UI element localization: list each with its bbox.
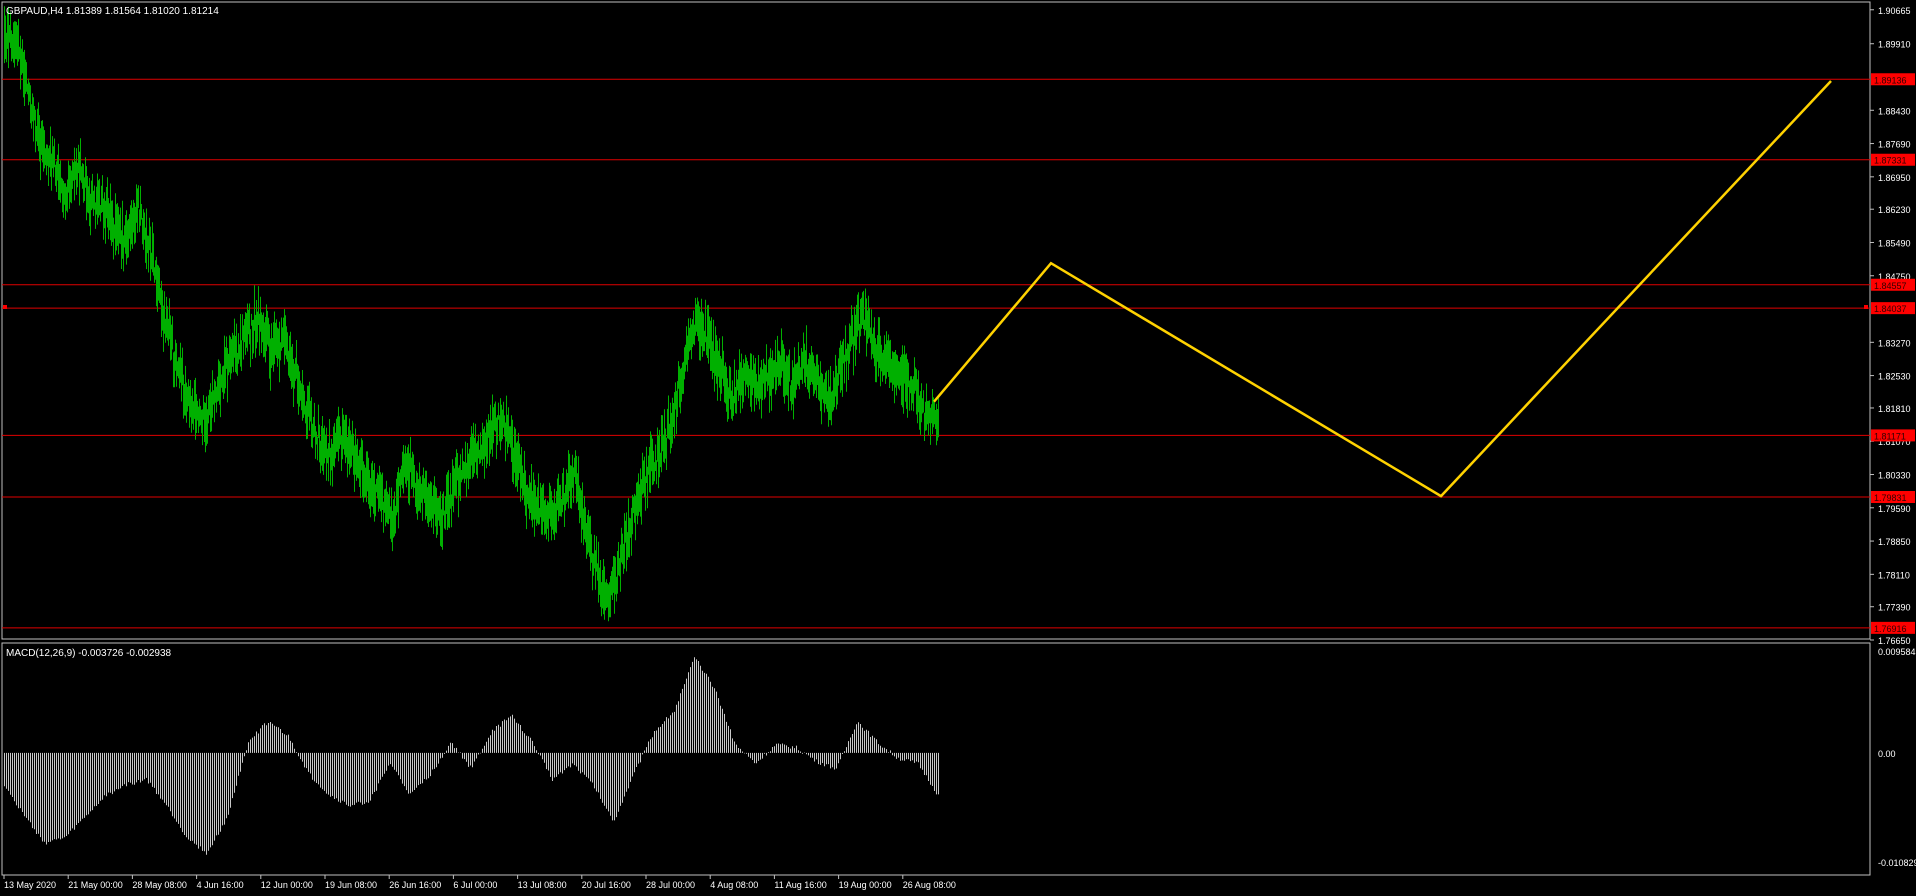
time-tick-label-9: 20 Jul 16:00 (582, 880, 631, 890)
price-tick-label-15: 1.78110 (1878, 570, 1910, 580)
level-label-5: 1.79831 (1874, 493, 1907, 503)
price-tick-label-16: 1.77390 (1878, 603, 1911, 613)
trading-chart[interactable]: 1.90665 1.89910 1.88430 1.87690 1.86950 1.862… (0, 0, 1916, 896)
macd-tick-label-0: 0.009584 (1878, 647, 1916, 657)
time-tick-label-2: 28 May 08:00 (132, 880, 187, 890)
time-tick-label-1: 21 May 00:00 (68, 880, 123, 890)
price-tick-label-14: 1.78850 (1878, 537, 1911, 547)
level-label-6: 1.76916 (1874, 624, 1907, 634)
macd-tick-label-2: -0.010829 (1878, 858, 1916, 868)
right-level-marker (1864, 305, 1868, 309)
macd-tick-label-1: 0.00 (1878, 749, 1896, 759)
time-tick-label-5: 19 Jun 08:00 (325, 880, 377, 890)
price-tick-label-10: 1.81810 (1878, 404, 1911, 414)
price-tick-label-12: 1.80330 (1878, 471, 1911, 481)
time-tick-label-7: 6 Jul 00:00 (453, 880, 497, 890)
price-tick-label-0: 1.90665 (1878, 6, 1911, 16)
level-label-0: 1.89136 (1874, 75, 1907, 85)
price-tick-label-9: 1.82530 (1878, 372, 1911, 382)
price-tick-label-2: 1.88430 (1878, 106, 1911, 116)
level-label-4: 1.81171 (1874, 431, 1906, 441)
time-tick-label-12: 11 Aug 16:00 (774, 880, 826, 890)
level-label-2: 1.84557 (1874, 281, 1907, 291)
price-tick-label-8: 1.83270 (1878, 338, 1911, 348)
price-tick-label-13: 1.79590 (1878, 504, 1911, 514)
price-tick-label-4: 1.86950 (1878, 173, 1911, 183)
time-tick-label-11: 4 Aug 08:00 (710, 880, 758, 890)
price-tick-label-3: 1.87690 (1878, 140, 1911, 150)
time-tick-label-8: 13 Jul 08:00 (518, 880, 567, 890)
time-tick-label-3: 4 Jun 16:00 (197, 880, 244, 890)
price-tick-label-17: 1.76650 (1878, 636, 1911, 646)
time-tick-label-0: 13 May 2020 (4, 880, 56, 890)
macd-header: MACD(12,26,9) -0.003726 -0.002938 (6, 648, 172, 659)
level-label-1: 1.87331 (1874, 156, 1907, 166)
chart-background (0, 0, 1916, 896)
time-tick-label-13: 19 Aug 00:00 (839, 880, 892, 890)
left-level-marker (3, 305, 7, 309)
price-tick-label-1: 1.89910 (1878, 40, 1911, 50)
level-label-3: 1.84037 (1874, 304, 1907, 314)
price-tick-label-6: 1.85490 (1878, 238, 1911, 248)
time-tick-label-4: 12 Jun 00:00 (261, 880, 313, 890)
price-tick-label-5: 1.86230 (1878, 205, 1911, 215)
time-tick-label-14: 26 Aug 08:00 (903, 880, 956, 890)
chart-header: GBPAUD,H4 1.81389 1.81564 1.81020 1.8121… (6, 6, 219, 17)
time-tick-label-10: 28 Jul 00:00 (646, 880, 695, 890)
time-tick-label-6: 26 Jun 16:00 (389, 880, 441, 890)
